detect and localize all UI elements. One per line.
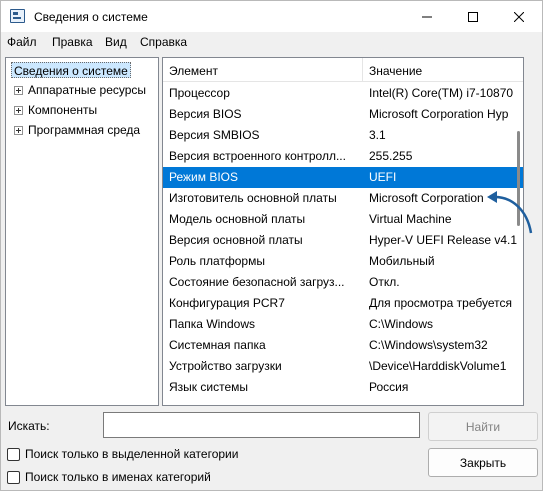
minimize-button[interactable] bbox=[404, 1, 450, 32]
column-header-item[interactable]: Элемент bbox=[169, 64, 218, 78]
row-item-name: Системная папка bbox=[169, 338, 266, 352]
row-item-name: Версия BIOS bbox=[169, 107, 242, 121]
table-row[interactable]: Версия SMBIOS 3.1 bbox=[163, 125, 523, 146]
title-bar[interactable]: Сведения о системе bbox=[1, 1, 542, 32]
close-window-button[interactable] bbox=[496, 1, 542, 32]
row-item-value: \Device\HarddiskVolume1 bbox=[369, 359, 507, 373]
checkbox-label: Поиск только в именах категорий bbox=[25, 470, 211, 484]
row-item-value: Microsoft Corporation bbox=[369, 191, 484, 205]
row-item-value: C:\Windows\system32 bbox=[369, 338, 488, 352]
maximize-icon bbox=[468, 11, 478, 22]
list-rows: Процессор Intel(R) Core(TM) i7-10870 Верси… bbox=[163, 83, 523, 398]
table-row[interactable]: Папка Windows C:\Windows bbox=[163, 314, 523, 335]
row-item-value: Мобильный bbox=[369, 254, 435, 268]
find-button[interactable]: Найти bbox=[428, 412, 538, 441]
table-row[interactable]: Процессор Intel(R) Core(TM) i7-10870 bbox=[163, 83, 523, 104]
table-row[interactable]: Версия основной платы Hyper-V UEFI Releas… bbox=[163, 230, 523, 251]
row-item-value: 3.1 bbox=[369, 128, 386, 142]
row-item-value: C:\Windows bbox=[369, 317, 434, 331]
table-row[interactable]: Роль платформы Мобильный bbox=[163, 251, 523, 272]
row-item-name: Роль платформы bbox=[169, 254, 265, 268]
minimize-icon bbox=[422, 16, 432, 17]
details-list: Элемент Значение Процессор Intel(R) Core(… bbox=[162, 57, 524, 406]
row-item-name: Изготовитель основной платы bbox=[169, 191, 337, 205]
close-button[interactable]: Закрыть bbox=[428, 448, 538, 477]
row-item-name: Модель основной платы bbox=[169, 212, 306, 226]
search-input[interactable] bbox=[103, 412, 420, 438]
table-row[interactable]: Системная папка C:\Windows\system32 bbox=[163, 335, 523, 356]
checkbox-label: Поиск только в выделенной категории bbox=[25, 447, 239, 461]
checkbox-category-names[interactable] bbox=[7, 470, 20, 484]
row-item-name: Устройство загрузки bbox=[169, 359, 282, 373]
menu-help[interactable]: Справка bbox=[140, 35, 187, 49]
row-item-name: Язык системы bbox=[169, 380, 248, 394]
table-row[interactable]: Конфигурация PCR7 Для просмотра требуется bbox=[163, 293, 523, 314]
table-row[interactable]: Модель основной платы Virtual Machine bbox=[163, 209, 523, 230]
vertical-scrollbar-thumb[interactable] bbox=[517, 131, 520, 226]
table-row[interactable]: Версия BIOS Microsoft Corporation Hyp bbox=[163, 104, 523, 125]
tree-item-label: Аппаратные ресурсы bbox=[28, 83, 147, 97]
menu-file[interactable]: Файл bbox=[7, 35, 37, 49]
row-item-value: Откл. bbox=[369, 275, 400, 289]
system-information-window: Сведения о системе Файл Правка Вид Справ… bbox=[0, 0, 543, 491]
table-row[interactable]: Состояние безопасной загруз... Откл. bbox=[163, 272, 523, 293]
checkbox-selected-category[interactable] bbox=[7, 447, 20, 461]
search-label: Искать: bbox=[8, 419, 50, 433]
maximize-button[interactable] bbox=[450, 1, 496, 32]
table-row[interactable]: Изготовитель основной платы Microsoft Cor… bbox=[163, 188, 523, 209]
expand-plus-icon[interactable] bbox=[14, 86, 23, 95]
menu-bar: Файл Правка Вид Справка bbox=[1, 32, 542, 53]
row-item-name: Процессор bbox=[169, 86, 230, 100]
expand-plus-icon[interactable] bbox=[14, 106, 23, 115]
tree-item-label: Программная среда bbox=[28, 123, 141, 137]
column-divider[interactable] bbox=[362, 58, 363, 82]
tree-item-label: Компоненты bbox=[28, 103, 98, 117]
row-item-value: Virtual Machine bbox=[369, 212, 452, 226]
table-row[interactable]: Версия встроенного контролл... 255.255 bbox=[163, 146, 523, 167]
column-header-value[interactable]: Значение bbox=[369, 64, 422, 78]
row-item-name: Режим BIOS bbox=[169, 170, 239, 184]
row-item-value: UEFI bbox=[369, 170, 397, 184]
row-item-name: Папка Windows bbox=[169, 317, 255, 331]
tree-item-system-summary[interactable]: Сведения о системе bbox=[11, 62, 131, 78]
close-icon bbox=[514, 11, 524, 22]
menu-view[interactable]: Вид bbox=[105, 35, 127, 49]
system-info-app-icon bbox=[10, 9, 25, 23]
window-title: Сведения о системе bbox=[34, 10, 148, 24]
category-tree: Сведения о системе Аппаратные ресурсы Ко… bbox=[5, 57, 159, 406]
row-item-value: Hyper-V UEFI Release v4.1 bbox=[369, 233, 518, 247]
list-header: Элемент Значение bbox=[163, 58, 523, 82]
table-row[interactable]: Устройство загрузки \Device\HarddiskVolum… bbox=[163, 356, 523, 377]
expand-plus-icon[interactable] bbox=[14, 126, 23, 135]
row-item-name: Конфигурация PCR7 bbox=[169, 296, 285, 310]
row-item-name: Версия встроенного контролл... bbox=[169, 149, 346, 163]
option-search-selected-category[interactable]: Поиск только в выделенной категории bbox=[7, 446, 238, 462]
menu-edit[interactable]: Правка bbox=[52, 35, 93, 49]
table-row[interactable]: Режим BIOS UEFI bbox=[163, 167, 523, 188]
row-item-value: Microsoft Corporation Hyp bbox=[369, 107, 509, 121]
table-row[interactable]: Язык системы Россия bbox=[163, 377, 523, 398]
row-item-value: 255.255 bbox=[369, 149, 413, 163]
row-item-value: Россия bbox=[369, 380, 409, 394]
row-item-name: Версия основной платы bbox=[169, 233, 303, 247]
option-search-category-names[interactable]: Поиск только в именах категорий bbox=[7, 469, 211, 485]
row-item-value: Intel(R) Core(TM) i7-10870 bbox=[369, 86, 514, 100]
row-item-name: Состояние безопасной загруз... bbox=[169, 275, 345, 289]
row-item-name: Версия SMBIOS bbox=[169, 128, 260, 142]
row-item-value: Для просмотра требуется bbox=[369, 296, 512, 310]
